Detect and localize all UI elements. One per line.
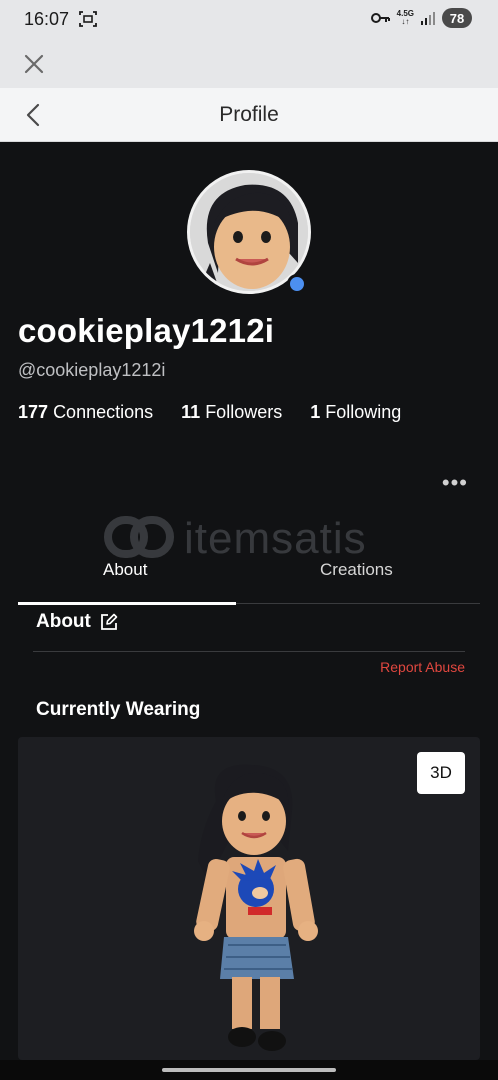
following-count: 1 (310, 402, 321, 422)
home-indicator[interactable] (162, 1068, 336, 1072)
username: @cookieplay1212i (18, 360, 166, 380)
webview-close-bar (0, 40, 498, 88)
system-navigation-bar (0, 1060, 498, 1080)
page-title: Profile (219, 103, 279, 126)
view-3d-button[interactable]: 3D (417, 752, 465, 794)
battery-icon: 78 (442, 8, 472, 28)
active-tab-indicator (18, 602, 236, 605)
avatar-face-image (190, 173, 308, 291)
online-status-dot (287, 274, 307, 294)
display-name: cookieplay1212i (18, 312, 275, 349)
profile-stats: 177 Connections 11 Followers 1 Following (18, 402, 401, 423)
avatar-viewer[interactable]: 3D (18, 737, 480, 1060)
watermark-logo-icon (104, 516, 174, 558)
profile-tabs: About Creations (18, 556, 480, 605)
vpn-key-icon (370, 13, 390, 23)
connections-label: Connections (53, 402, 154, 422)
battery-level: 78 (449, 10, 465, 26)
connections-stat[interactable]: 177 Connections (18, 402, 153, 423)
followers-count: 11 (181, 402, 201, 422)
nav-bar: Profile (0, 88, 498, 142)
more-options-button[interactable]: ••• (442, 470, 468, 496)
divider (33, 651, 465, 652)
tab-about[interactable]: About (103, 560, 147, 580)
report-abuse-link[interactable]: Report Abuse (380, 659, 465, 675)
network-type: 4.5G ↓↑ (396, 9, 414, 26)
status-time: 16:07 (24, 9, 70, 29)
following-stat[interactable]: 1 Following (310, 402, 401, 423)
status-bar: 16:07 4.5G ↓↑ 78 (0, 0, 498, 40)
status-icons: 4.5G ↓↑ 78 (370, 8, 472, 28)
tab-creations[interactable]: Creations (320, 560, 393, 580)
following-label: Following (325, 402, 402, 422)
avatar-full-body-image (194, 764, 318, 1051)
signal-icon (421, 12, 435, 25)
followers-label: Followers (205, 402, 283, 422)
followers-stat[interactable]: 11 Followers (181, 402, 282, 423)
currently-wearing-heading: Currently Wearing (36, 699, 201, 720)
edit-icon[interactable] (99, 612, 119, 632)
close-icon[interactable] (22, 52, 46, 76)
about-section-heading: About (36, 611, 119, 633)
about-heading-label: About (36, 611, 91, 632)
connections-count: 177 (18, 402, 49, 422)
screenshot-icon (79, 11, 97, 27)
avatar-headshot[interactable] (187, 170, 311, 294)
